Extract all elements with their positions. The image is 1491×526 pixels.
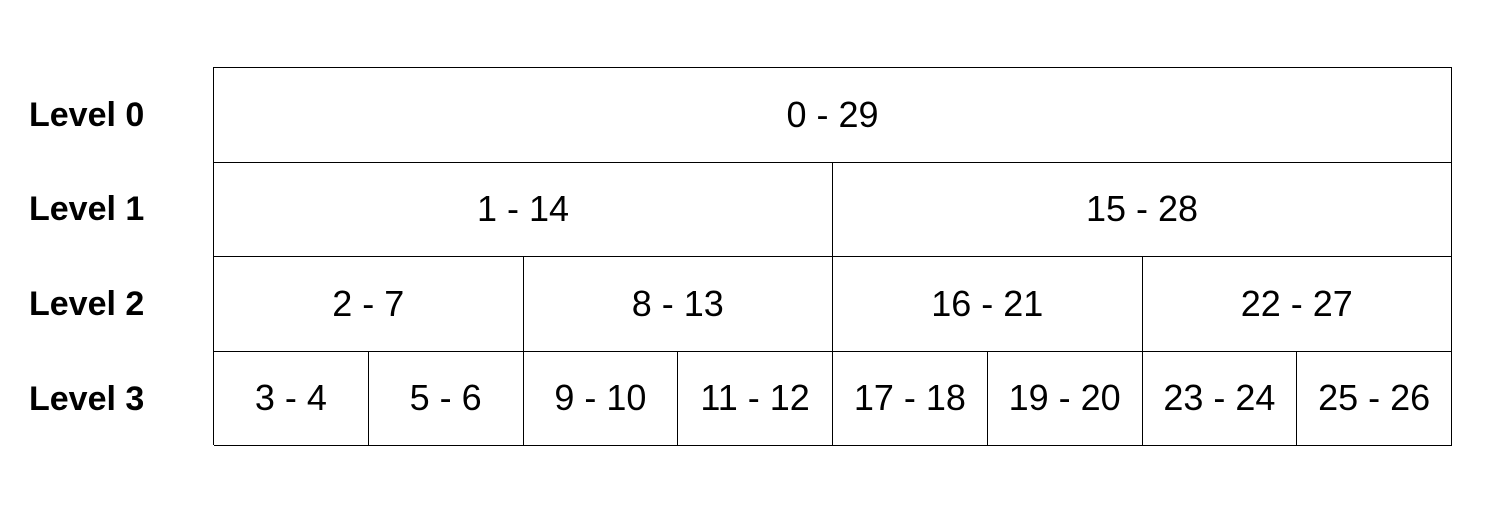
range-cell: 11 - 12	[678, 351, 833, 446]
range-cell: 1 - 14	[214, 162, 833, 257]
range-cell: 9 - 10	[523, 351, 679, 446]
range-cell: 22 - 27	[1142, 257, 1452, 352]
range-cell: 2 - 7	[214, 257, 524, 352]
range-cell: 16 - 21	[833, 257, 1143, 352]
segment-tree-diagram: 0 - 29 1 - 14 15 - 28 2 - 7 8 - 13 16 - …	[213, 67, 1452, 446]
level-label-2: Level 2	[29, 285, 145, 323]
range-cell: 5 - 6	[368, 351, 524, 446]
range-cell: 19 - 20	[987, 351, 1143, 446]
range-cell: 8 - 13	[523, 257, 833, 352]
level-label-0: Level 0	[29, 96, 145, 134]
range-cell: 3 - 4	[214, 351, 369, 446]
range-cell: 17 - 18	[833, 351, 988, 446]
range-cell: 15 - 28	[833, 162, 1452, 257]
level-label-3: Level 3	[29, 380, 145, 418]
level-label-1: Level 1	[29, 190, 145, 228]
range-cell: 0 - 29	[214, 68, 1452, 163]
level-row-0: 0 - 29	[214, 68, 1452, 163]
level-row-3: 3 - 4 5 - 6 9 - 10 11 - 12 17 - 18 19 - …	[214, 351, 1452, 446]
range-cell: 25 - 26	[1297, 351, 1452, 446]
level-row-2: 2 - 7 8 - 13 16 - 21 22 - 27	[214, 257, 1452, 352]
level-row-1: 1 - 14 15 - 28	[214, 162, 1452, 257]
range-cell: 23 - 24	[1142, 351, 1298, 446]
